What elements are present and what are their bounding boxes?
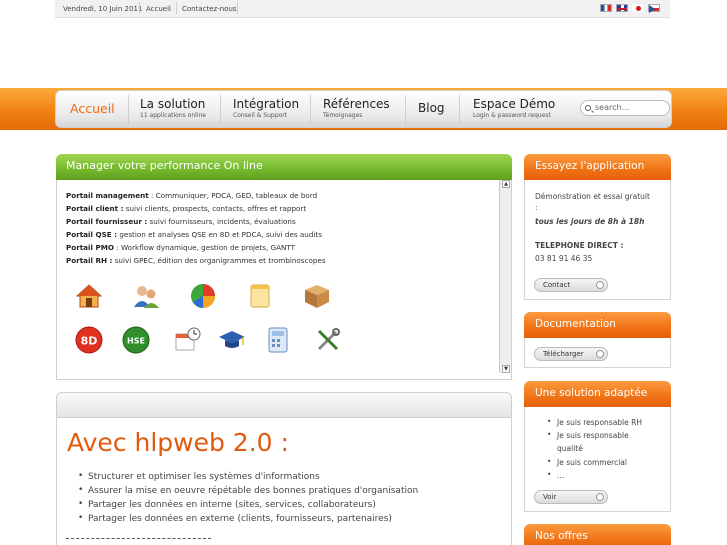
flag-fr-icon[interactable] <box>600 4 612 12</box>
download-button[interactable]: Télécharger <box>534 347 608 361</box>
sidebar-title-doc: Documentation <box>524 312 671 338</box>
list-item-continued[interactable]: qualité <box>557 444 583 453</box>
button-label: Télécharger <box>543 350 584 358</box>
nav-item-references[interactable]: Références Témoignages <box>323 97 390 119</box>
nav-item-demo[interactable]: Espace Démo Login & password request <box>473 97 555 119</box>
portail-line: Portail management : Communiquer, PDCA, … <box>66 191 318 200</box>
schedule-text: tous les jours de 8h à 18h <box>535 217 645 226</box>
nav-item-solution[interactable]: La solution 11 applications online <box>140 97 206 119</box>
box-icon[interactable] <box>303 282 331 310</box>
divider <box>128 95 129 125</box>
list-item[interactable]: Je suis commercial <box>547 457 627 467</box>
svg-text:HSE: HSE <box>127 337 145 346</box>
list-item[interactable]: ... <box>547 470 564 480</box>
nav-label: Références <box>323 97 390 111</box>
nav-item-accueil[interactable]: Accueil <box>70 101 115 116</box>
portail-line: Portail PMO : Workflow dynamique, gestio… <box>66 243 296 252</box>
nav-label: La solution <box>140 97 206 111</box>
scroll-down-icon[interactable]: ▼ <box>502 365 510 373</box>
pie-chart-icon[interactable] <box>189 282 217 310</box>
demo-text: Démonstration et essai gratuit <box>535 192 650 201</box>
divider <box>220 95 221 125</box>
nav-item-blog[interactable]: Blog <box>418 101 445 115</box>
divider <box>405 95 406 125</box>
bullet-item: Assurer la mise en oeuvre répétable des … <box>78 485 418 496</box>
phone-label: TELEPHONE DIRECT : <box>535 241 624 250</box>
graduation-cap-icon[interactable] <box>218 326 246 354</box>
phone-number: 03 81 91 46 35 <box>535 254 593 263</box>
nav-sublabel: Témoignages <box>323 112 363 119</box>
portail-line: Portail RH : suivi GPEC, édition des org… <box>66 256 326 265</box>
document-icon[interactable] <box>246 282 274 310</box>
nav-sublabel: Conseil & Support <box>233 112 288 119</box>
top-bar: Vendredi, 10 Juin 2011 Accueil Contactez… <box>55 0 670 18</box>
bullet-item: Partager les données en interne (sites, … <box>78 499 376 510</box>
language-flags <box>600 4 660 13</box>
portail-line: Portail QSE : gestion et analyses QSE en… <box>66 230 322 239</box>
panel-title: Manager votre performance On line <box>56 154 512 180</box>
nav-label: Accueil <box>70 101 115 116</box>
demo-text: : <box>535 203 538 212</box>
home-icon[interactable] <box>75 282 103 310</box>
nav-label: Espace Démo <box>473 97 556 111</box>
flag-cz-icon[interactable] <box>648 4 660 13</box>
sidebar-title-solution: Une solution adaptée <box>524 381 671 407</box>
divider <box>176 2 177 14</box>
arrow-icon <box>596 281 604 289</box>
search-icon <box>585 105 591 111</box>
nav-label: Blog <box>418 101 445 115</box>
portail-line: Portail client : suivi clients, prospect… <box>66 204 307 213</box>
flag-jp-icon[interactable] <box>632 4 644 12</box>
bullet-item: Partager les données en externe (clients… <box>78 513 392 524</box>
calendar-clock-icon[interactable] <box>174 326 202 354</box>
users-icon[interactable] <box>132 282 160 310</box>
date-text: Vendredi, 10 Juin 2011 <box>63 5 143 13</box>
arrow-icon <box>596 493 604 501</box>
search-placeholder: search... <box>595 103 630 112</box>
sidebar-title-essai: Essayez l'application <box>524 154 671 180</box>
hse-icon[interactable]: HSE <box>122 326 150 354</box>
nav-label: Intégration <box>233 97 300 111</box>
page-title: Avec hlpweb 2.0 : <box>67 428 289 457</box>
portail-line: Portail fournisseur : suivi fournisseurs… <box>66 217 296 226</box>
bullet-item: Structurer et optimiser les systèmes d'i… <box>78 471 320 482</box>
top-link-contact[interactable]: Contactez-nous <box>182 5 237 13</box>
list-item[interactable]: Je suis responsable <box>547 430 629 440</box>
contact-button[interactable]: Contact <box>534 278 608 292</box>
panel-scrollbar[interactable]: ▲ ▼ <box>499 180 511 373</box>
search-input[interactable]: search... <box>580 100 670 116</box>
divider <box>310 95 311 125</box>
nav-sublabel: Login & password request <box>473 112 551 119</box>
button-label: Contact <box>543 281 571 289</box>
8d-icon[interactable]: 8D <box>75 326 103 354</box>
calculator-icon[interactable] <box>265 326 293 354</box>
flag-uk-icon[interactable] <box>616 4 628 12</box>
divider <box>139 2 140 14</box>
divider <box>66 538 211 539</box>
button-label: Voir <box>543 493 557 501</box>
content-header <box>56 392 512 418</box>
arrow-icon <box>596 350 604 358</box>
divider <box>459 95 460 125</box>
top-link-home[interactable]: Accueil <box>146 5 171 13</box>
scroll-up-icon[interactable]: ▲ <box>502 180 510 188</box>
sidebar-title-offres: Nos offres <box>524 524 671 545</box>
tools-icon[interactable] <box>314 326 342 354</box>
list-item[interactable]: Je suis responsable RH <box>547 417 642 427</box>
view-button[interactable]: Voir <box>534 490 608 504</box>
divider <box>237 2 238 14</box>
nav-item-integration[interactable]: Intégration Conseil & Support <box>233 97 299 119</box>
svg-text:8D: 8D <box>81 335 98 348</box>
nav-sublabel: 11 applications online <box>140 112 206 119</box>
